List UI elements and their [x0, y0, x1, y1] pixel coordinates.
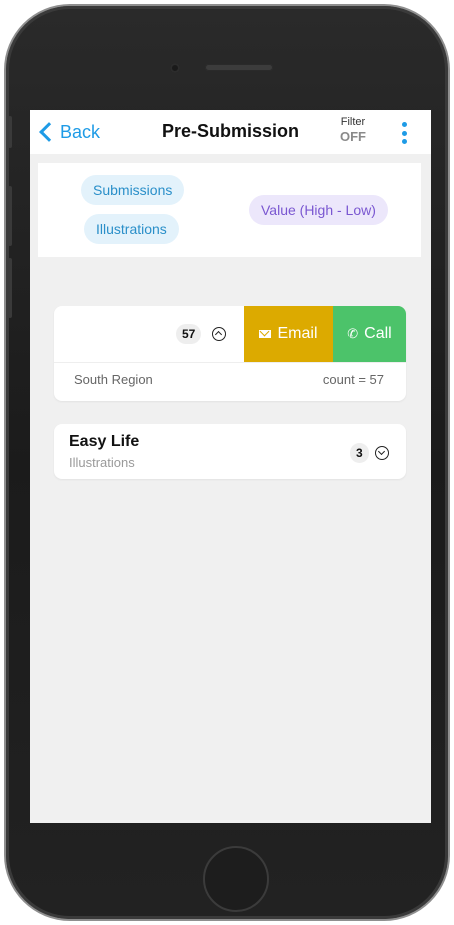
group-header-row[interactable]: 57 Email ✆ Call	[54, 306, 406, 363]
volume-up-button	[8, 186, 12, 246]
group-subtitle: Illustrations	[69, 455, 135, 470]
chip-illustrations[interactable]: Illustrations	[84, 214, 179, 244]
envelope-icon	[259, 330, 272, 338]
email-label: Email	[277, 325, 318, 342]
chip-submissions[interactable]: Submissions	[81, 175, 185, 205]
count-badge: 3	[350, 443, 369, 463]
email-button[interactable]: Email	[244, 306, 333, 362]
speaker-grille	[205, 64, 273, 71]
home-button[interactable]	[203, 846, 269, 912]
mute-switch	[8, 116, 12, 148]
chevron-up-circle-icon[interactable]	[212, 327, 226, 341]
filter-chips-panel: Submissions Illustrations Value (High - …	[38, 163, 421, 257]
count-text: count = 57	[322, 372, 384, 387]
chip-sort-value[interactable]: Value (High - Low)	[249, 195, 388, 225]
chevron-down-circle-icon[interactable]	[375, 446, 389, 460]
region-label: South Region	[74, 372, 153, 387]
count-badge: 57	[176, 324, 202, 344]
camera-icon	[170, 63, 180, 73]
navigation-bar: Back Pre-Submission Filter OFF	[30, 110, 431, 154]
filter-toggle[interactable]: Filter OFF	[332, 116, 374, 145]
app-screen: Back Pre-Submission Filter OFF Submissio…	[30, 110, 431, 823]
group-card-easy-life[interactable]: Easy Life Illustrations 3	[54, 424, 406, 479]
filter-state: OFF	[340, 129, 366, 144]
more-options-icon[interactable]	[400, 122, 408, 144]
group-name: Easy Life	[69, 433, 140, 450]
group-card-south-region[interactable]: 57 Email ✆ Call South Region count = 57	[54, 306, 406, 401]
call-label: Call	[364, 325, 392, 342]
volume-down-button	[8, 258, 12, 318]
phone-icon: ✆	[347, 326, 359, 341]
call-button[interactable]: ✆ Call	[333, 306, 406, 362]
filter-label: Filter	[340, 116, 366, 128]
